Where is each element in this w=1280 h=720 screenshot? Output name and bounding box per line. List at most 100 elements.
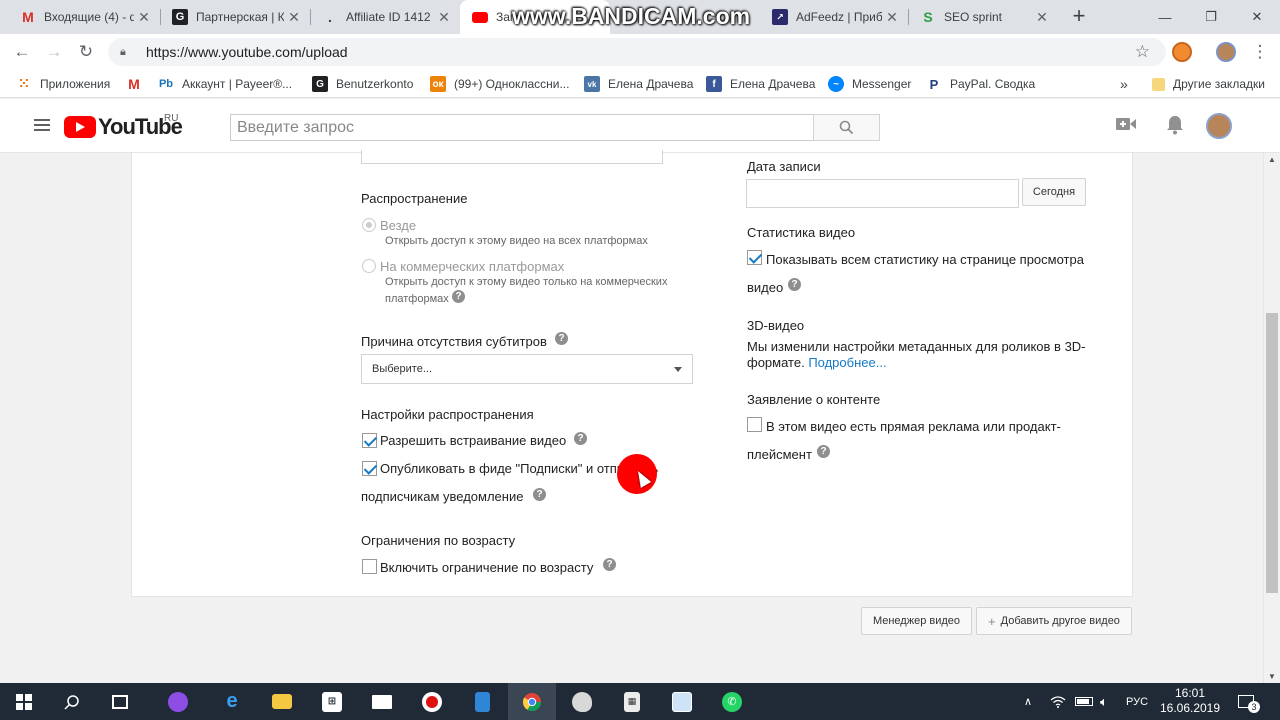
bookmark-star-icon[interactable]: ☆: [1135, 42, 1150, 62]
video-stats-checkbox[interactable]: [747, 250, 762, 265]
edge-taskbar-button[interactable]: e: [208, 683, 256, 720]
account-avatar[interactable]: [1206, 113, 1232, 139]
age-restriction-checkbox[interactable]: [362, 559, 377, 574]
paid-promotion-checkbox[interactable]: [747, 417, 762, 432]
close-icon[interactable]: ✕: [134, 9, 154, 26]
today-button[interactable]: Сегодня: [1022, 178, 1086, 206]
radio-everywhere[interactable]: [362, 218, 376, 232]
scroll-up-arrow-icon[interactable]: ▲: [1268, 155, 1276, 164]
help-icon[interactable]: ?: [817, 445, 830, 458]
bookmark-odnoklassniki[interactable]: ок (99+) Одноклассни...: [430, 70, 569, 98]
hamburger-menu-icon[interactable]: [34, 119, 50, 133]
search-input[interactable]: Введите запрос: [230, 114, 814, 141]
store-taskbar-button[interactable]: ⊞: [308, 683, 356, 720]
alice-assistant-button[interactable]: [154, 683, 202, 720]
help-icon[interactable]: ?: [788, 278, 801, 291]
search-taskbar-button[interactable]: [48, 683, 96, 720]
paid-promotion-label-2: плейсмент: [747, 447, 812, 462]
tab-affiliate[interactable]: . Affiliate ID 1412 ✕: [310, 0, 460, 34]
menu-kebab-icon[interactable]: ⋮: [1248, 40, 1272, 64]
chevron-down-icon: [674, 367, 682, 372]
close-window-button[interactable]: ✕: [1234, 0, 1280, 34]
bookmark-vk[interactable]: vk Елена Драчева: [584, 70, 693, 98]
battery-icon[interactable]: [1075, 683, 1093, 720]
bookmark-payeer[interactable]: Pb Аккаунт | Payeer®...: [158, 70, 292, 98]
radio-commercial-description: Открыть доступ к этому видео только на к…: [385, 276, 668, 288]
forward-arrow-icon[interactable]: →: [42, 40, 66, 64]
learn-more-link[interactable]: Подробнее...: [808, 355, 886, 370]
bookmark-facebook[interactable]: f Елена Драчева: [706, 70, 815, 98]
mail-taskbar-button[interactable]: [358, 683, 406, 720]
system-clock[interactable]: 16:01 16.06.2019: [1158, 686, 1222, 716]
help-icon[interactable]: ?: [555, 332, 568, 345]
other-bookmarks-label: Другие закладки: [1173, 77, 1265, 91]
help-icon[interactable]: ?: [452, 290, 465, 303]
radio-commercial[interactable]: [362, 259, 376, 273]
media-taskbar-button[interactable]: [458, 683, 506, 720]
help-icon[interactable]: ?: [574, 432, 587, 445]
upload-video-icon[interactable]: [1115, 115, 1137, 137]
bookmark-benutzerkonto[interactable]: G Benutzerkonto: [312, 70, 413, 98]
bookmark-paypal[interactable]: P PayPal. Сводка: [926, 70, 1036, 98]
scroll-down-arrow-icon[interactable]: ▼: [1268, 672, 1276, 681]
minimize-button[interactable]: —: [1142, 0, 1188, 34]
file-explorer-taskbar-button[interactable]: [258, 683, 306, 720]
profile-avatar[interactable]: [1216, 42, 1236, 62]
start-button[interactable]: [0, 683, 48, 720]
tab-partner[interactable]: G Партнерская | К ✕: [160, 0, 310, 34]
add-another-video-button[interactable]: + Добавить другое видео: [976, 607, 1132, 635]
allow-embed-label: Разрешить встраивание видео: [380, 433, 567, 448]
maximize-button[interactable]: ❐: [1188, 0, 1234, 34]
age-restriction-label: Включить ограничение по возрасту: [380, 560, 594, 575]
bookmark-gmail[interactable]: M: [126, 70, 150, 98]
close-icon[interactable]: ✕: [434, 9, 454, 26]
reload-icon[interactable]: ↻: [74, 40, 98, 64]
video-manager-button[interactable]: Менеджер видео: [861, 607, 972, 635]
close-icon[interactable]: ✕: [284, 9, 304, 26]
store-bag-icon: ⊞: [322, 691, 342, 712]
scrollbar-thumb[interactable]: [1266, 313, 1278, 593]
help-icon[interactable]: ?: [533, 488, 546, 501]
notifications-bell-icon[interactable]: [1164, 115, 1186, 137]
tab-gmail[interactable]: M Входящие (4) - d ✕: [8, 0, 160, 34]
bandicam-taskbar-button[interactable]: [408, 683, 456, 720]
bookmark-messenger[interactable]: ~ Messenger: [828, 70, 911, 98]
folder-icon: [272, 694, 292, 709]
new-tab-button[interactable]: +: [1068, 5, 1090, 27]
action-center-icon[interactable]: 3: [1238, 683, 1260, 720]
subtitles-reason-select[interactable]: Выберите...: [361, 354, 693, 384]
allow-embed-checkbox[interactable]: [362, 433, 377, 448]
chrome-taskbar-button[interactable]: [508, 683, 556, 720]
radio-commercial-label: На коммерческих платформах: [380, 259, 565, 274]
extension-icon[interactable]: [1172, 42, 1192, 62]
close-icon[interactable]: ✕: [1032, 9, 1052, 26]
task-view-button[interactable]: [96, 683, 144, 720]
keyboard-language[interactable]: РУС: [1126, 683, 1148, 720]
record-date-input[interactable]: [746, 179, 1019, 208]
tab-seo-sprint[interactable]: S SEO sprint ✕: [908, 0, 1058, 34]
whatsapp-taskbar-button[interactable]: ✆: [708, 683, 756, 720]
apps-grid-icon: ⁙: [18, 76, 30, 91]
image-viewer-taskbar-button[interactable]: [658, 683, 706, 720]
tab-adfeedz[interactable]: ↗ AdFeedz | Приб ✕: [760, 0, 908, 34]
video-stats-label-2: видео: [747, 280, 784, 295]
address-bar[interactable]: 🔒︎ https://www.youtube.com/upload ☆: [108, 38, 1166, 66]
tray-chevron-icon[interactable]: ∧: [1024, 683, 1032, 720]
page-scrollbar[interactable]: ▲ ▼: [1263, 153, 1280, 683]
volume-icon[interactable]: 🔈︎: [1100, 683, 1108, 720]
paint-taskbar-button[interactable]: [558, 683, 606, 720]
bookmark-apps[interactable]: ⁙ Приложения: [16, 70, 111, 98]
close-icon[interactable]: ✕: [882, 9, 902, 26]
search-button[interactable]: [813, 114, 880, 141]
other-bookmarks[interactable]: Другие закладки: [1152, 70, 1265, 98]
help-icon[interactable]: ?: [603, 558, 616, 571]
wifi-icon[interactable]: [1050, 683, 1066, 720]
bookmark-label: Messenger: [852, 77, 912, 91]
publish-feed-checkbox[interactable]: [362, 461, 377, 476]
back-arrow-icon[interactable]: ←: [10, 40, 34, 64]
bookmarks-overflow-button[interactable]: »: [1120, 70, 1128, 98]
calculator-taskbar-button[interactable]: ▦: [608, 683, 656, 720]
tab-title: Affiliate ID 1412: [346, 10, 431, 24]
license-select-partial[interactable]: [361, 150, 663, 164]
browser-toolbar: ← → ↻ 🔒︎ https://www.youtube.com/upload …: [0, 34, 1280, 70]
